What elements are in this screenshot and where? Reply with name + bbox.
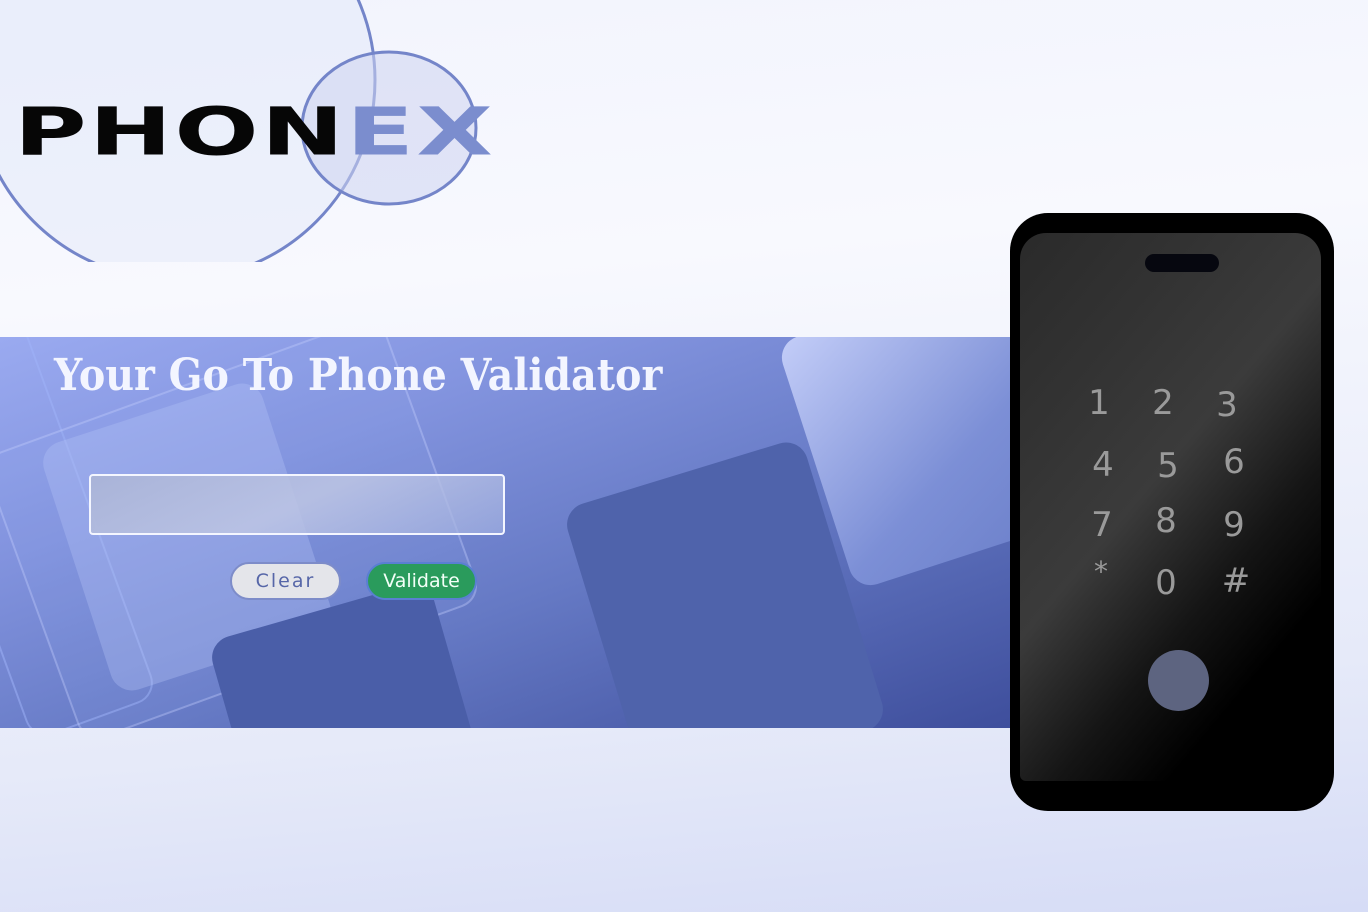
keypad-key-5: 5 xyxy=(1157,446,1179,486)
phone-number-input[interactable] xyxy=(89,474,505,535)
keypad-key-1: 1 xyxy=(1088,383,1110,423)
keypad-key-hash: # xyxy=(1221,561,1251,601)
keypad-key-0: 0 xyxy=(1155,563,1177,603)
brand-logo: PHONEX xyxy=(14,93,495,171)
validate-button[interactable]: Validate xyxy=(366,562,477,600)
keypad-key-star: * xyxy=(1094,555,1108,588)
phone-notch xyxy=(1145,254,1219,272)
logo-text-accent: EX xyxy=(346,93,496,171)
keypad-key-2: 2 xyxy=(1152,383,1174,423)
keypad-key-6: 6 xyxy=(1223,442,1245,482)
clear-button[interactable]: Clear xyxy=(230,562,341,600)
phone-home-button xyxy=(1148,650,1209,711)
keypad-key-9: 9 xyxy=(1223,505,1245,545)
logo-text-dark: PHON xyxy=(14,93,347,171)
keypad-key-8: 8 xyxy=(1155,501,1177,541)
keypad-key-3: 3 xyxy=(1216,385,1238,425)
keypad-key-7: 7 xyxy=(1091,505,1113,545)
page-title: Your Go To Phone Validator xyxy=(54,350,663,401)
keypad-key-4: 4 xyxy=(1092,445,1114,485)
